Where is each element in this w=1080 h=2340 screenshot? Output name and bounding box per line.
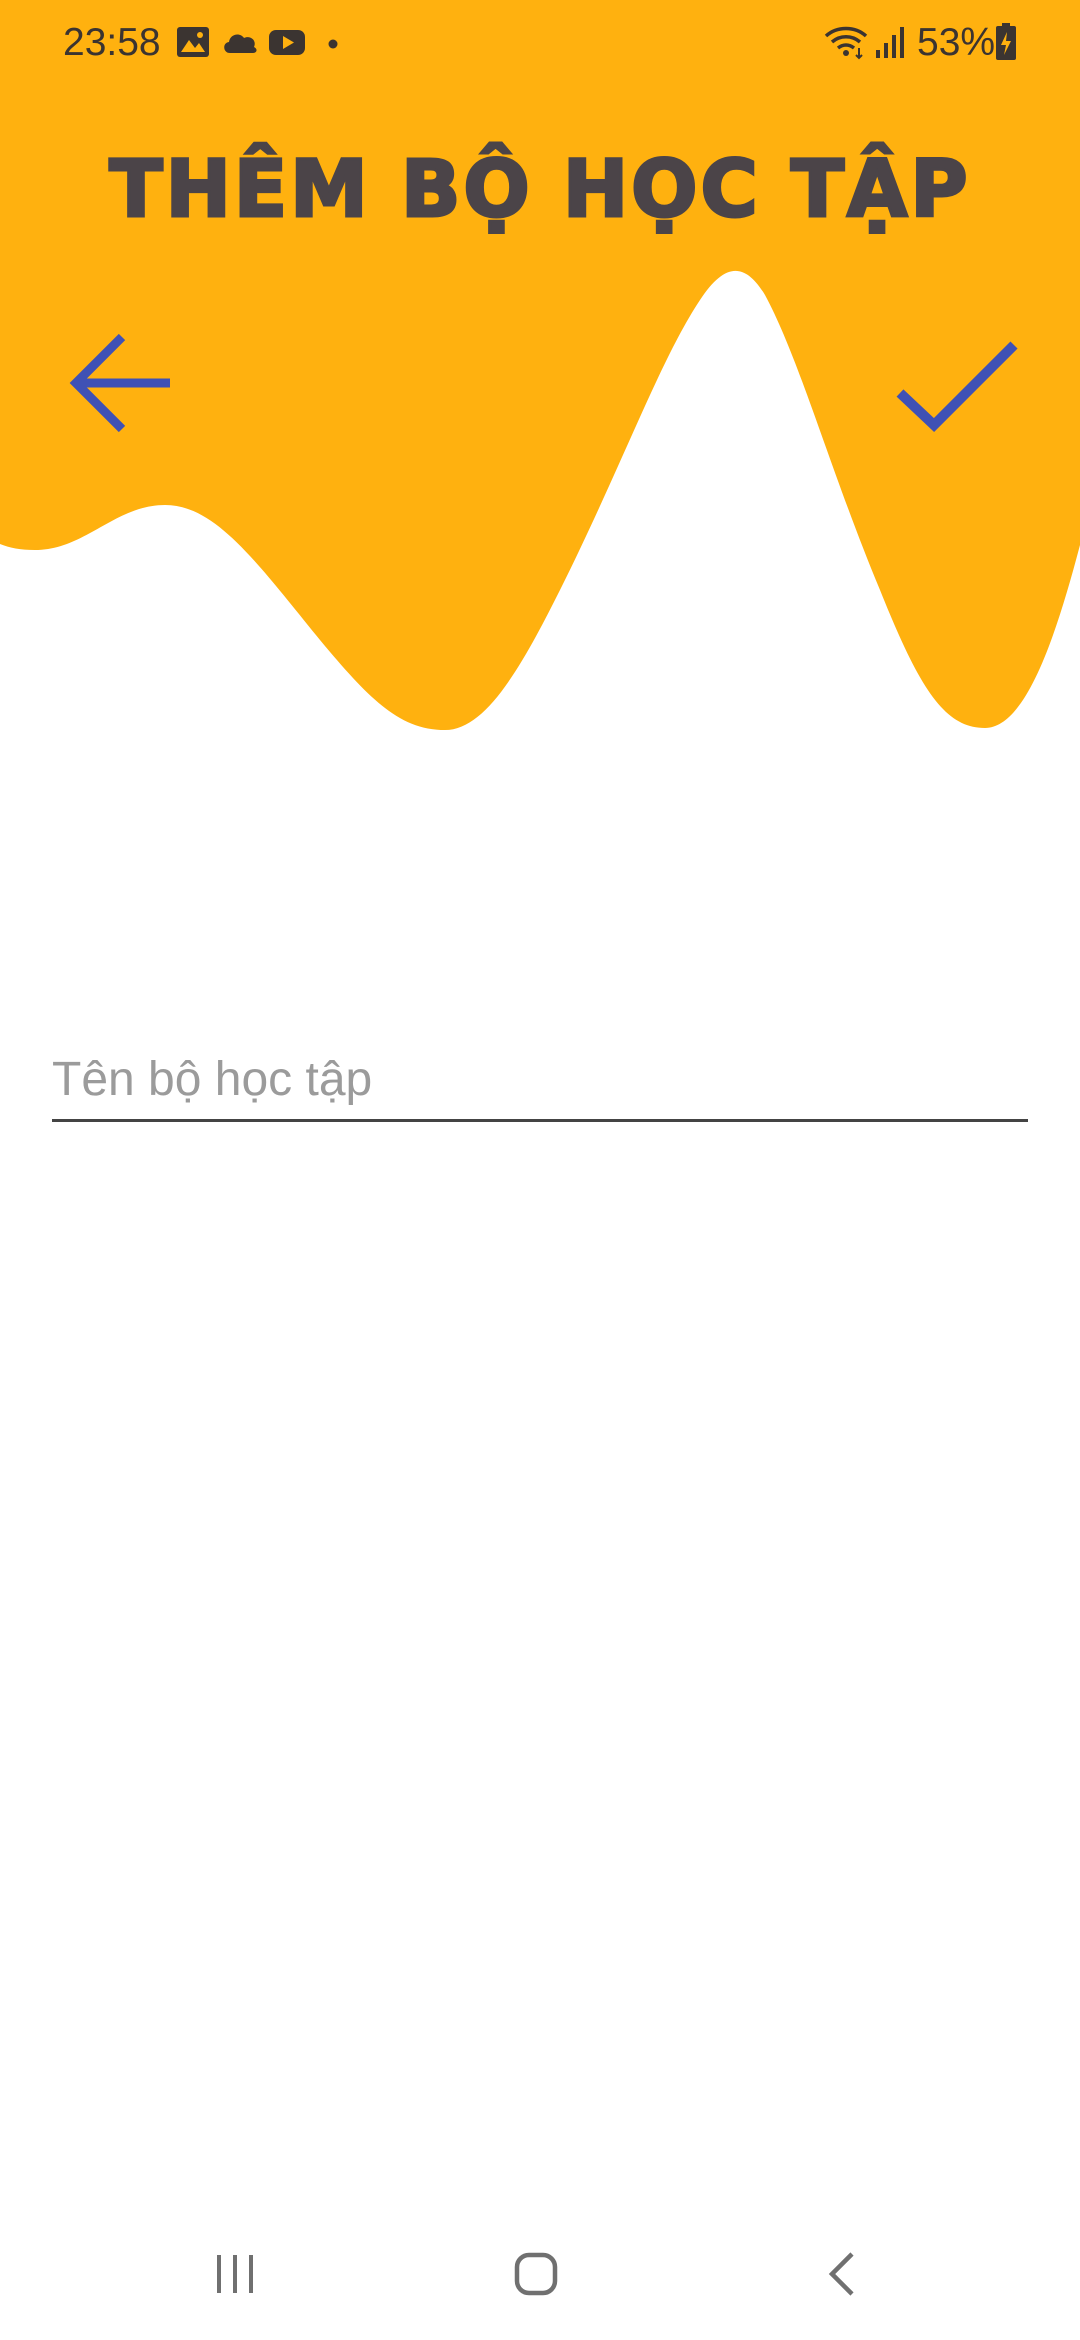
status-bar: 23:58 53% xyxy=(0,0,1080,86)
home-button[interactable] xyxy=(491,2235,581,2315)
arrow-left-icon xyxy=(69,333,170,433)
page-title: THÊM BỘ HỌC TẬP xyxy=(108,144,971,237)
wifi-icon xyxy=(824,26,868,60)
home-icon xyxy=(514,2252,558,2296)
input-underline xyxy=(52,1119,1028,1122)
back-button[interactable] xyxy=(62,325,178,441)
name-field-container xyxy=(52,1040,1028,1122)
check-icon xyxy=(896,341,1018,432)
signal-icon xyxy=(876,27,904,58)
recents-icon xyxy=(217,2255,253,2293)
youtube-icon xyxy=(269,30,305,55)
battery-percent: 53% xyxy=(917,21,996,64)
set-name-input[interactable] xyxy=(52,1040,1028,1118)
recents-button[interactable] xyxy=(190,2235,280,2315)
battery-charging-icon xyxy=(996,23,1016,60)
cloud-icon xyxy=(224,34,257,53)
status-time: 23:58 xyxy=(63,21,161,64)
system-back-button[interactable] xyxy=(797,2235,887,2315)
confirm-button[interactable] xyxy=(888,325,1028,441)
gallery-icon xyxy=(177,27,209,57)
dot-icon xyxy=(328,39,338,49)
back-chevron-icon xyxy=(828,2252,854,2296)
